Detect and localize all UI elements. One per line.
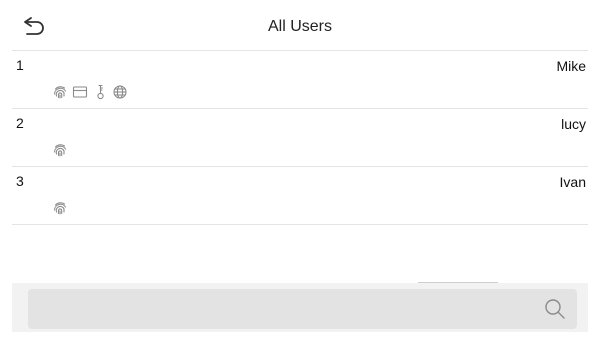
search-input[interactable] — [28, 289, 577, 329]
header-bar: All Users — [12, 6, 588, 51]
fingerprint-icon — [52, 200, 68, 216]
search-icon[interactable] — [543, 297, 567, 321]
search-footer — [12, 283, 588, 332]
user-list: 1 Mike 2 lucy 3 Ivan — [12, 51, 588, 225]
verification-icons — [52, 200, 68, 216]
user-name: Mike — [556, 58, 586, 74]
screen: All Users 1 Mike 2 lucy 3 Ivan — [12, 6, 588, 332]
user-row[interactable]: 1 Mike — [12, 51, 588, 109]
user-number: 2 — [16, 115, 24, 131]
fingerprint-icon — [52, 84, 68, 100]
user-row[interactable]: 3 Ivan — [12, 167, 588, 225]
card-icon — [72, 84, 88, 100]
face-icon — [112, 84, 128, 100]
user-name: lucy — [561, 116, 586, 132]
user-name: Ivan — [559, 174, 586, 190]
verification-icons — [52, 142, 68, 158]
user-number: 1 — [16, 57, 24, 73]
password-key-icon — [92, 84, 108, 100]
verification-icons — [52, 84, 128, 100]
page-title: All Users — [267, 18, 332, 35]
user-row[interactable]: 2 lucy — [12, 109, 588, 167]
user-number: 3 — [16, 173, 24, 189]
fingerprint-icon — [52, 142, 68, 158]
